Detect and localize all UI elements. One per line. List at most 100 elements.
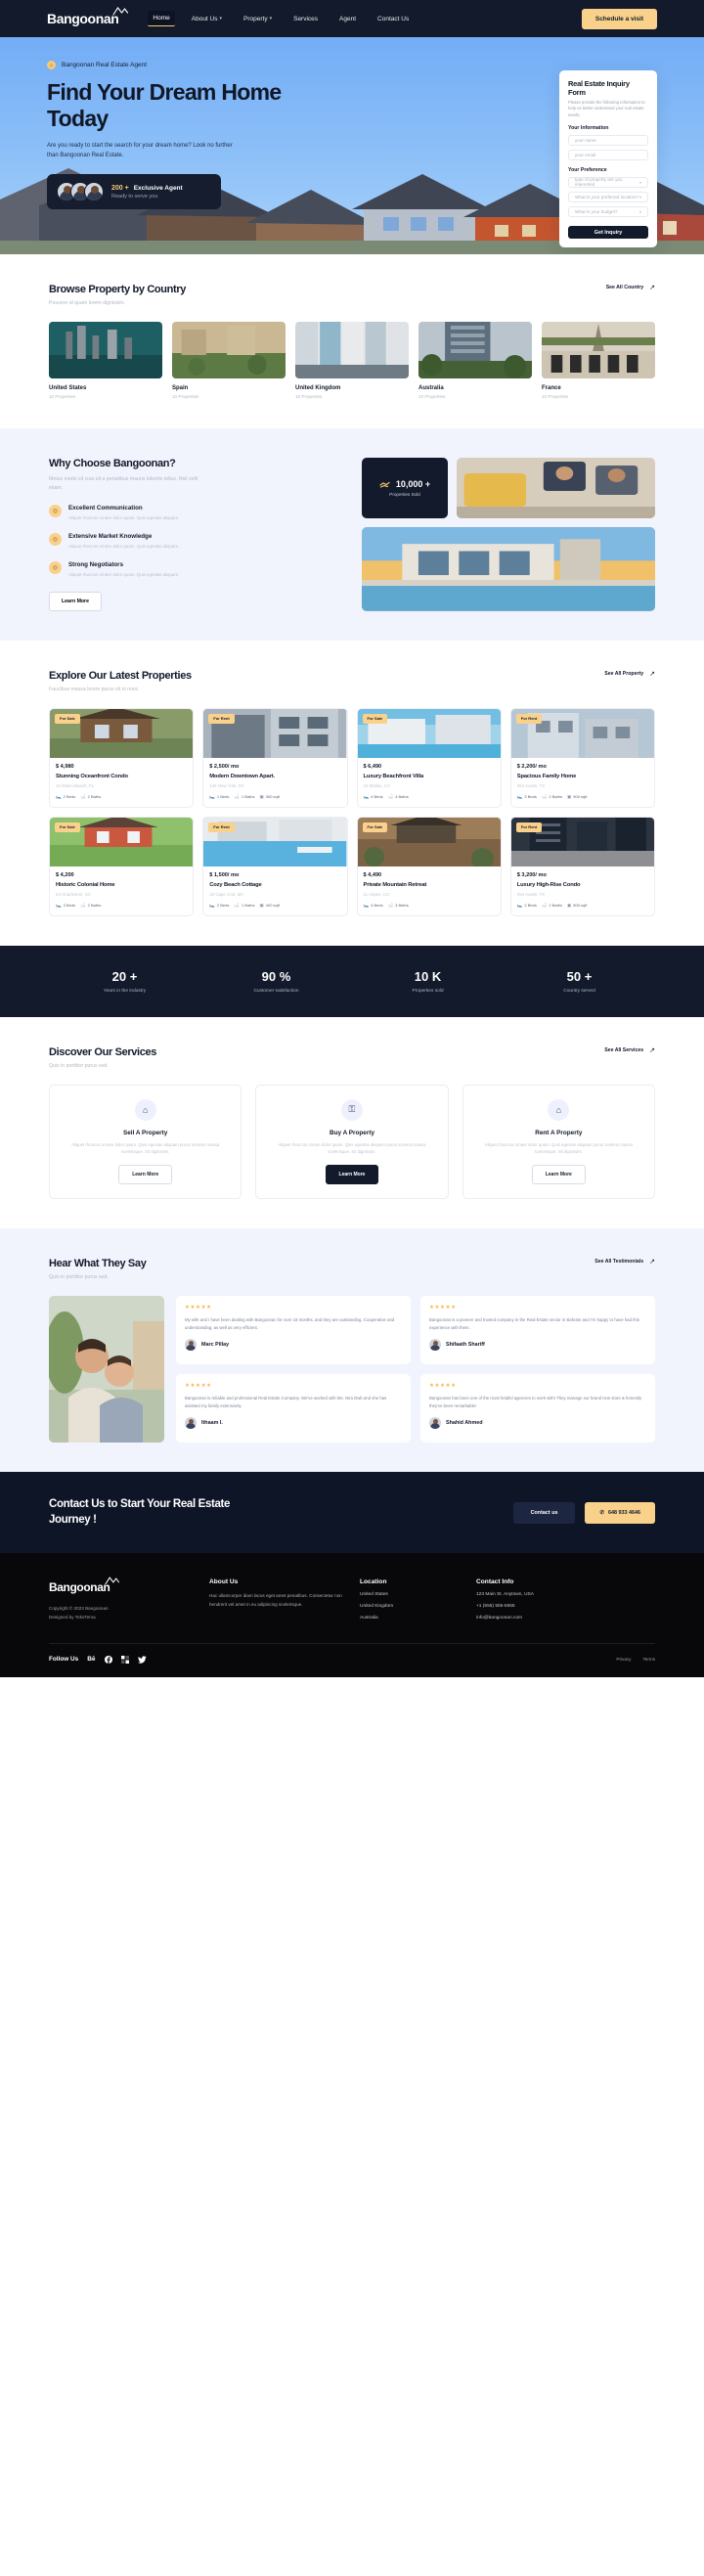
property-type-select[interactable]: type of property are you interested ▾ — [568, 176, 648, 188]
country-card[interactable]: France 10 Properties — [542, 322, 655, 399]
property-name: Cozy Beach Cottage — [209, 881, 262, 888]
bath-icon: 🛁 — [387, 902, 394, 908]
schedule-visit-button[interactable]: Schedule a visit — [581, 8, 657, 29]
brand-logo[interactable]: Bangoonan — [47, 7, 129, 26]
nav-item-home[interactable]: Home — [148, 11, 175, 26]
hero-badge: ⌂ Bangoonan Real Estate Agent — [47, 61, 657, 69]
email-input[interactable]: your email — [568, 149, 648, 160]
dribbble-icon[interactable] — [120, 1655, 129, 1664]
country-image — [172, 322, 286, 378]
baths-meta: 🛁 2 Baths — [80, 793, 102, 800]
properties-sold-label: Properties Sold — [389, 492, 420, 497]
nav-item-contact-us[interactable]: Contact Us — [373, 12, 414, 26]
property-name: Private Mountain Retreat — [363, 881, 427, 888]
property-card[interactable]: For Sale $ 4,980 Stunning Oceanfront Condo… — [49, 707, 195, 808]
property-body: $ 1,500/ mo Cozy Beach Cottage 22 Cape Cod… — [203, 866, 346, 915]
service-learn-more-button[interactable]: Learn More — [118, 1165, 173, 1185]
property-location: 254 Austin, TX — [516, 891, 546, 897]
designed-line: Designed by TokoTema — [49, 1614, 96, 1620]
nav-item-about-us[interactable]: About Us ▾ — [187, 12, 227, 26]
stat-number: 50 + — [566, 968, 593, 984]
stat-number: 20 + — [111, 968, 138, 984]
home-badge-icon: ⌂ — [47, 61, 56, 69]
testimonial-name: Shahid Ahmed — [446, 1420, 483, 1427]
property-location: 254 Austin, TX — [516, 782, 546, 788]
property-card[interactable]: For Sale $ 4,200 Historic Colonial Home 64 … — [49, 816, 195, 916]
service-learn-more-button[interactable]: Learn More — [325, 1165, 379, 1185]
follow-us-block: Follow Us Bē — [49, 1655, 147, 1664]
facebook-icon[interactable] — [104, 1655, 112, 1664]
location-select[interactable]: What is your preferred location? ▾ — [568, 191, 648, 202]
property-location: 18 Malibu, CA — [363, 782, 391, 788]
properties-subtitle: Faucibus massa lorem purus sit in nunc. — [49, 686, 140, 692]
chevron-down-icon: ▾ — [638, 208, 641, 214]
budget-select[interactable]: What is your budget? ▾ — [568, 205, 648, 217]
country-image — [295, 322, 409, 378]
get-inquiry-button[interactable]: Get Inquiry — [568, 226, 648, 240]
nav-item-agent[interactable]: Agent — [334, 12, 361, 26]
hero-section: ⌂ Bangoonan Real Estate Agent Find Your … — [0, 37, 704, 254]
nav-item-property[interactable]: Property ▾ — [239, 12, 277, 26]
behance-icon[interactable]: Bē — [87, 1656, 95, 1663]
section-header: Explore Our Latest Properties Faucibus m… — [49, 670, 655, 692]
footer-about-text: Hac ullamcorper diam lacus eget amet pen… — [209, 1593, 342, 1608]
footer-contact-phone[interactable]: +1 (555) 555-5555 — [476, 1604, 655, 1609]
country-image — [49, 322, 162, 378]
services-section: Discover Our Services Quis in porttitor … — [0, 1017, 704, 1229]
contact-us-button[interactable]: Contact us — [512, 1501, 576, 1524]
sqft-meta: ▣ 300 sqft — [259, 793, 281, 800]
privacy-link[interactable]: Privacy — [616, 1657, 631, 1662]
property-location: 22 Cape Cod, MA — [209, 891, 244, 897]
service-learn-more-button[interactable]: Learn More — [531, 1165, 586, 1185]
see-all-country-link[interactable]: See All Country ↗ — [606, 284, 655, 291]
property-card[interactable]: For Sale $ 4,490 Private Mountain Retreat 1… — [356, 816, 502, 916]
property-body: $ 2,500/ mo Modern Downtown Apart. 146 New… — [203, 758, 346, 807]
chevron-down-icon: ▾ — [638, 179, 641, 185]
property-image: For Sale — [50, 817, 194, 866]
property-card[interactable]: For Rent $ 2,500/ mo Modern Downtown Apart… — [202, 707, 348, 808]
see-all-property-link[interactable]: See All Property ↗ — [604, 670, 655, 678]
properties-title: Explore Our Latest Properties — [49, 669, 192, 682]
footer-contact-email[interactable]: info@bangoonan.com — [476, 1616, 655, 1621]
property-card[interactable]: For Rent $ 3,200/ mo Luxury High-Rise Cond… — [509, 816, 655, 916]
property-tag: For Sale — [362, 822, 388, 832]
tag-icon: ⌂ — [134, 1098, 156, 1121]
why-photo-house — [362, 527, 655, 611]
terms-link[interactable]: Terms — [642, 1657, 655, 1662]
see-all-services-link[interactable]: See All Services ↗ — [604, 1046, 655, 1054]
footer-location-item[interactable]: United States — [360, 1592, 462, 1597]
property-image: For Sale — [357, 708, 501, 758]
property-image: For Sale — [357, 817, 501, 866]
property-image: For Rent — [203, 708, 347, 758]
country-card[interactable]: United Kingdom 10 Properties — [295, 322, 409, 399]
bath-icon: 🛁 — [387, 793, 394, 799]
property-image: For Rent — [203, 817, 347, 866]
property-body: $ 3,200/ mo Luxury High-Rise Condo 254 Aus… — [511, 866, 654, 915]
chevron-down-icon: ▾ — [269, 16, 273, 22]
page-title: Browse Property by Country — [49, 284, 187, 295]
feature-title: Strong Negotiators — [68, 560, 124, 568]
name-input[interactable]: your name — [568, 134, 648, 146]
phone-button[interactable]: ✆ 648 933 4646 — [585, 1501, 655, 1524]
property-card[interactable]: For Sale $ 6,490 Luxury Beachfront Villa 18… — [356, 707, 502, 808]
property-name: Stunning Oceanfront Condo — [56, 773, 128, 779]
why-learn-more-button[interactable]: Learn More — [49, 591, 102, 611]
sqft-meta: ▣ 400 sqft — [259, 902, 281, 909]
cta-section: Contact Us to Start Your Real Estate Jou… — [0, 1472, 704, 1554]
property-card[interactable]: For Rent $ 2,200/ mo Spacious Family Home 2… — [509, 707, 655, 808]
footer-location-item[interactable]: Australia — [360, 1616, 462, 1621]
nav-item-services[interactable]: Services — [288, 12, 323, 26]
property-card[interactable]: For Rent $ 1,500/ mo Cozy Beach Cottage 22 … — [202, 816, 348, 916]
country-card[interactable]: Spain 10 Properties — [172, 322, 286, 399]
beds-meta: 🛌 2 Beds — [516, 902, 537, 909]
footer-location-item[interactable]: United Kingdom — [360, 1604, 462, 1609]
why-photo-team — [457, 458, 655, 518]
country-image — [418, 322, 532, 378]
footer-logo[interactable]: Bangoonan — [49, 1577, 120, 1594]
twitter-icon[interactable] — [137, 1656, 147, 1664]
property-location: 146 New York, NY — [209, 782, 244, 788]
see-all-testimonials-link[interactable]: See All Testimonials ↗ — [594, 1258, 655, 1266]
nav-links: Home About Us ▾ Property ▾ Services Agent … — [148, 11, 414, 26]
country-card[interactable]: United States 10 Properties — [49, 322, 162, 399]
country-card[interactable]: Australia 10 Properties — [418, 322, 532, 399]
